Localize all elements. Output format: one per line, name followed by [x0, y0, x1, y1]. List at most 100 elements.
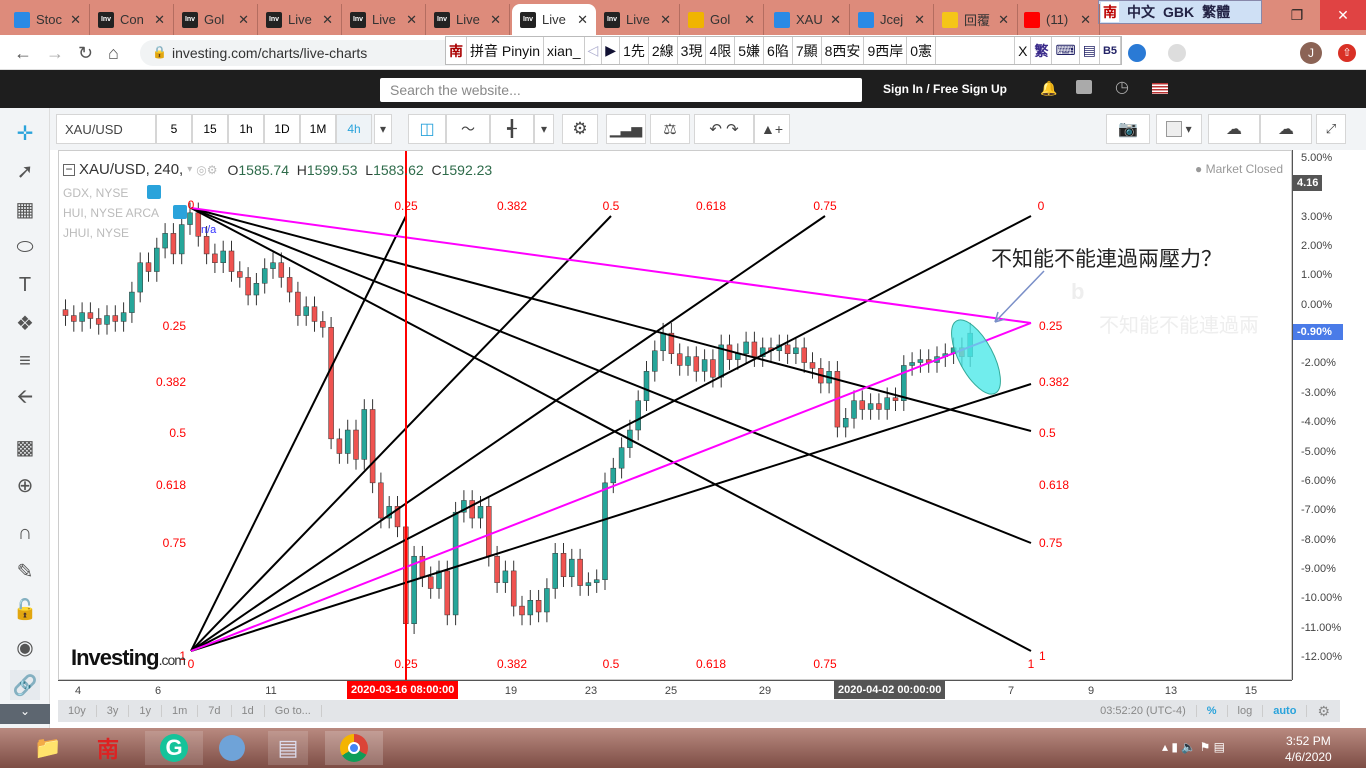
cloud-upload-icon[interactable]: ☁ [1260, 114, 1312, 144]
indicators-icon[interactable]: ▁▃▅ [606, 114, 646, 144]
extension-icon[interactable] [1128, 44, 1146, 62]
area-chart-icon[interactable]: 〜 [446, 114, 490, 144]
camera-icon[interactable]: 📷 [1106, 114, 1150, 144]
ime-candidate[interactable]: 3現 [677, 37, 707, 64]
browser-tab[interactable]: 回覆 ✕ [934, 4, 1018, 35]
site-search-input[interactable]: Search the website... [380, 78, 862, 102]
restore-button[interactable]: ❐ [1274, 0, 1320, 30]
crosshair-icon[interactable]: ✛ [10, 118, 40, 148]
range-1y[interactable]: 1y [129, 705, 162, 717]
close-tab-icon[interactable]: ✕ [70, 12, 81, 28]
zoom-icon[interactable]: ⊕ [10, 470, 40, 500]
ime-lang[interactable]: 中文 [1127, 2, 1155, 22]
fib-grid-icon[interactable]: ▦ [10, 194, 40, 224]
ime-encoding[interactable]: GBK [1163, 4, 1194, 20]
ime-candidate[interactable]: 1先 [620, 37, 649, 64]
browser-tab[interactable]: (11) ✕ [1016, 4, 1100, 35]
portfolio-icon[interactable] [1076, 80, 1092, 94]
magnet-icon[interactable]: ∩ [10, 518, 40, 548]
lock-icon[interactable]: 🔓 [10, 594, 40, 624]
interval-1h[interactable]: 1h [228, 114, 264, 144]
fan-line[interactable] [190, 383, 1032, 652]
chart-canvas[interactable]: 0.25 0.382 0.5 0.618 0.75 0 0 0.25 0.382 0.5 0.618… [59, 151, 1293, 681]
range-3y[interactable]: 3y [97, 705, 130, 717]
symbol-input[interactable]: XAU/USD [56, 114, 156, 144]
interval-1D[interactable]: 1D [264, 114, 300, 144]
back-arrow-icon[interactable]: 🡨 [10, 384, 40, 414]
legend-dropdown-icon[interactable]: ▾ [187, 164, 192, 175]
compare-icon[interactable]: ⚖ [650, 114, 690, 144]
range-Goto[interactable]: Go to... [265, 705, 322, 717]
browser-tab[interactable]: Jcej ✕ [850, 4, 934, 35]
browser-tab[interactable]: Inv Live ✕ [512, 4, 596, 35]
ime-candidate[interactable]: 0憲 [907, 37, 937, 64]
ime-candidate[interactable]: 4限 [706, 37, 736, 64]
file-explorer-icon[interactable]: 📁 [28, 731, 68, 765]
writer-app-icon[interactable]: ▤ [268, 731, 308, 765]
ime-trad[interactable]: 繁 [1031, 37, 1053, 64]
extension-disabled-icon[interactable] [1168, 44, 1186, 62]
profile-avatar[interactable]: J [1300, 42, 1322, 64]
pattern-icon[interactable]: ❖ [10, 308, 40, 338]
study-hui[interactable]: HUI, NYSE ARCA [63, 203, 159, 223]
us-flag-icon[interactable] [1152, 83, 1168, 94]
bars-icon[interactable]: ╉ [490, 114, 534, 144]
close-tab-icon[interactable]: ✕ [660, 12, 671, 28]
legend-settings-icon[interactable]: ◎⚙ [196, 163, 217, 177]
bell-icon[interactable]: 🔔 [1040, 80, 1057, 97]
interval-1M[interactable]: 1M [300, 114, 336, 144]
magenta-resistance-line[interactable] [190, 207, 1032, 324]
fan-line[interactable] [190, 215, 1032, 652]
sign-in-link[interactable]: Sign In / Free Sign Up [883, 82, 1007, 96]
pencil-lock-icon[interactable]: ✎ [10, 556, 40, 586]
study-visibility-icon[interactable] [173, 205, 187, 219]
collapse-legend-icon[interactable]: − [63, 163, 75, 176]
browser-tab[interactable]: Inv Gol ✕ [174, 4, 258, 35]
interval-dropdown-icon[interactable]: ▾ [374, 114, 392, 144]
undo-redo-icon[interactable]: ↶ ↷ [694, 114, 754, 144]
ime-prev-icon[interactable]: ◁ [584, 37, 603, 64]
browser-tab[interactable]: Gol ✕ [680, 4, 764, 35]
close-tab-icon[interactable]: ✕ [490, 12, 501, 28]
ime-b5[interactable]: B5 [1099, 37, 1121, 64]
chromium-icon[interactable] [212, 731, 252, 765]
keyboard-icon[interactable]: ⌨ [1052, 37, 1080, 64]
chrome-icon[interactable] [325, 731, 383, 765]
browser-tab[interactable]: Inv Live ✕ [342, 4, 426, 35]
template-icon[interactable]: ▾ [1156, 114, 1202, 144]
range-1m[interactable]: 1m [162, 705, 199, 717]
range-10y[interactable]: 10y [58, 705, 97, 717]
time-axis[interactable]: 4 6 11 19 23 25 29 7 9 13 15 2020-03-16 08:00:00 202… [58, 680, 1292, 700]
fullscreen-icon[interactable]: ⤢ [1316, 114, 1346, 144]
annotation-arrow[interactable] [994, 270, 1045, 323]
range-7d[interactable]: 7d [198, 705, 232, 717]
log-toggle[interactable]: log [1228, 705, 1264, 717]
percent-toggle[interactable]: % [1197, 705, 1228, 717]
prediction-icon[interactable]: ≡ [10, 346, 40, 376]
study-jhui[interactable]: JHUI, NYSE [63, 223, 159, 243]
price-axis[interactable]: 5.00% 3.00% 2.00% 1.00% 0.00% -2.00% -3.00% -4.… [1292, 150, 1343, 680]
eye-icon[interactable]: ◉ [10, 632, 40, 662]
close-tab-icon[interactable]: ✕ [406, 12, 417, 28]
ime-close[interactable]: X [1015, 37, 1032, 64]
browser-tab[interactable]: Inv Live ✕ [258, 4, 342, 35]
fan-line[interactable] [190, 207, 1032, 652]
interval-15[interactable]: 15 [192, 114, 228, 144]
chart-pane[interactable]: 0.25 0.382 0.5 0.618 0.75 0 0 0.25 0.382 0.5 0.618… [58, 150, 1293, 681]
shapes-icon[interactable]: ⬭ [10, 232, 40, 262]
browser-tab[interactable]: XAU ✕ [766, 4, 850, 35]
gear-icon[interactable]: ⚙ [562, 114, 598, 144]
ime-script[interactable]: 繁體 [1202, 2, 1230, 22]
ime-candidate[interactable]: 5嫌 [735, 37, 765, 64]
forward-icon[interactable]: → [46, 43, 64, 64]
range-1d[interactable]: 1d [232, 705, 265, 717]
interval-5[interactable]: 5 [156, 114, 192, 144]
study-gdx[interactable]: GDX, NYSE [63, 183, 159, 203]
taskbar-clock[interactable]: 3:52 PM 4/6/2020 [1285, 733, 1332, 765]
grammarly-app-icon[interactable]: G [145, 731, 203, 765]
fan-line[interactable] [190, 215, 612, 652]
close-tab-icon[interactable]: ✕ [238, 12, 249, 28]
link-icon[interactable]: 🔗 [10, 670, 40, 700]
close-tab-icon[interactable]: ✕ [914, 12, 925, 28]
ime-next-icon[interactable]: ▶ [602, 37, 621, 64]
